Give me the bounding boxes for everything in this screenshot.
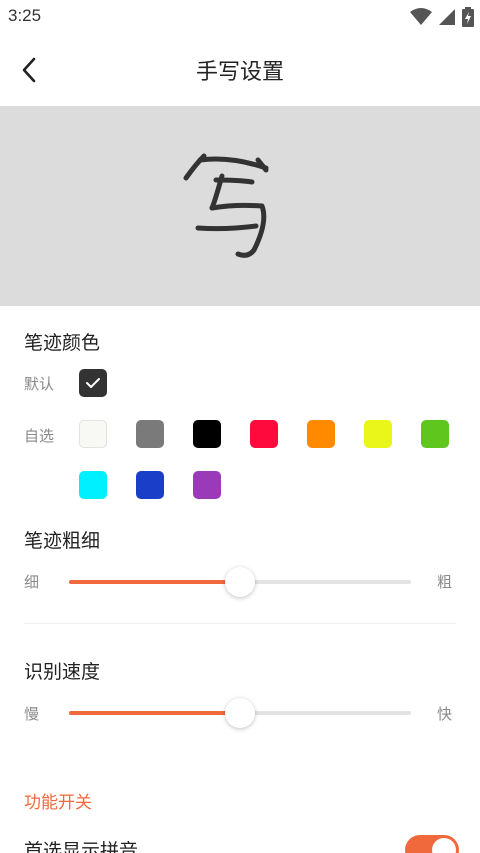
stroke-width-min-label: 细 <box>24 573 40 591</box>
recognition-speed-min-label: 慢 <box>24 705 40 723</box>
section-divider <box>24 623 456 624</box>
pinyin-toggle-label: 首选显示拼音 <box>24 840 139 853</box>
recognition-speed-slider[interactable] <box>69 698 411 728</box>
status-bar: 3:25 <box>0 0 480 34</box>
page-title: 手写设置 <box>195 60 284 85</box>
slider-thumb[interactable] <box>225 567 255 597</box>
color-swatch[interactable] <box>79 471 107 499</box>
recognition-speed-max-label: 快 <box>437 705 453 723</box>
battery-icon <box>462 7 474 27</box>
color-swatch[interactable] <box>136 471 164 499</box>
handwriting-sample-char <box>183 153 269 258</box>
color-swatch[interactable] <box>250 420 278 448</box>
features-title: 功能开关 <box>24 793 92 813</box>
stroke-width-slider[interactable] <box>69 567 411 597</box>
color-swatch[interactable] <box>307 420 335 448</box>
signal-icon <box>439 9 455 25</box>
default-color-swatch[interactable] <box>79 369 107 397</box>
check-icon <box>86 378 100 388</box>
color-swatch[interactable] <box>136 420 164 448</box>
stroke-color-title: 笔迹颜色 <box>24 332 101 354</box>
recognition-speed-title: 识别速度 <box>24 661 101 683</box>
slider-fill <box>69 711 240 715</box>
color-swatch[interactable] <box>79 420 107 448</box>
default-color-label: 默认 <box>24 375 55 393</box>
color-swatch[interactable] <box>193 471 221 499</box>
color-swatch[interactable] <box>421 420 449 448</box>
wifi-icon <box>410 8 432 25</box>
stroke-width-max-label: 粗 <box>437 573 453 591</box>
handwriting-preview <box>0 106 480 306</box>
custom-color-label: 自选 <box>24 427 55 445</box>
pinyin-toggle[interactable] <box>405 835 459 853</box>
status-time: 3:25 <box>8 6 42 25</box>
color-swatch[interactable] <box>193 420 221 448</box>
toggle-knob <box>432 838 456 853</box>
slider-thumb[interactable] <box>225 698 255 728</box>
color-swatch[interactable] <box>364 420 392 448</box>
slider-fill <box>69 580 240 584</box>
stroke-width-title: 笔迹粗细 <box>24 530 101 552</box>
status-icons <box>410 7 474 27</box>
app-header: 手写设置 <box>0 34 480 106</box>
